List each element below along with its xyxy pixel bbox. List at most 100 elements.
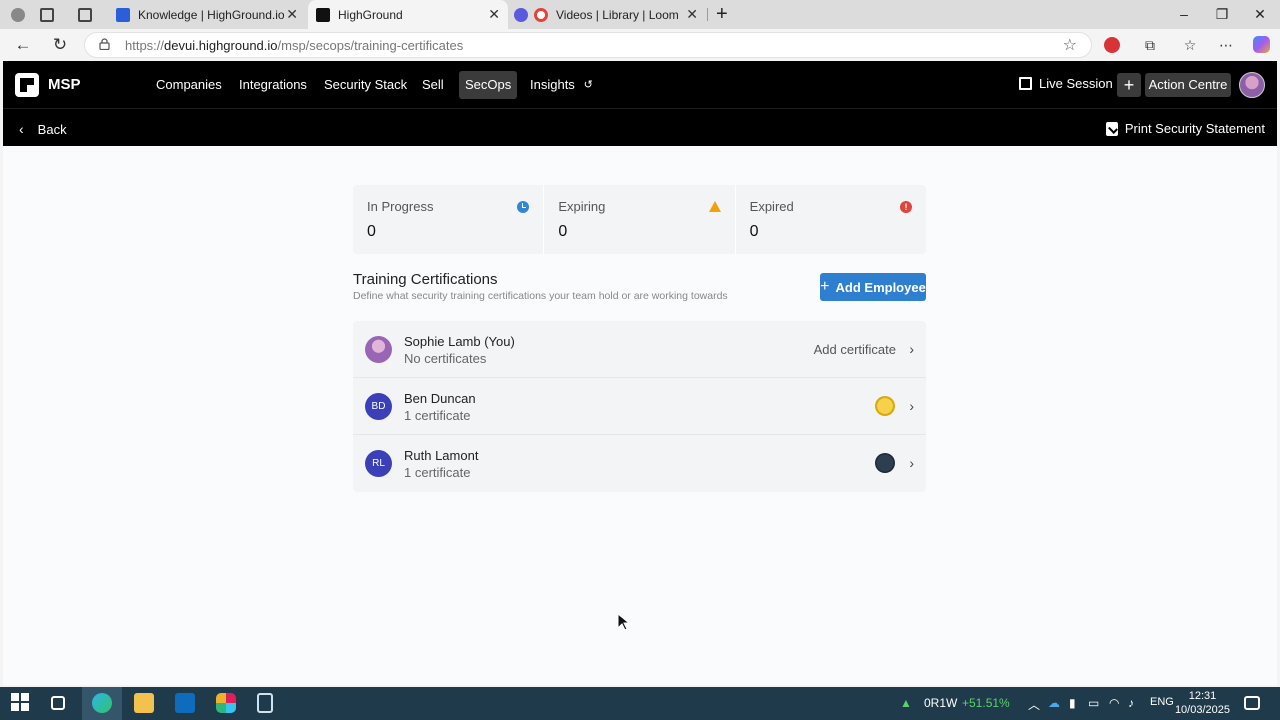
- add-employee-label: Add Employee: [835, 279, 926, 295]
- live-session-button[interactable]: Live Session: [1019, 76, 1113, 91]
- tab-separator: [707, 8, 708, 21]
- stat-label: In Progress: [367, 199, 434, 214]
- close-icon[interactable]: ✕: [286, 7, 298, 21]
- nav-insights[interactable]: Insights ↺: [524, 71, 597, 99]
- favorites-icon[interactable]: ☆: [1181, 36, 1199, 54]
- tab-title: Knowledge | HighGround.io | Inte: [138, 7, 288, 22]
- list-item[interactable]: Sophie Lamb (You) No certificates Add ce…: [353, 321, 926, 378]
- edge-taskbar-button[interactable]: [82, 687, 122, 720]
- download-icon: [1105, 121, 1118, 136]
- task-view-icon[interactable]: [51, 696, 65, 710]
- section-title: Training Certifications: [353, 271, 498, 288]
- add-employee-button[interactable]: + Add Employee: [820, 273, 926, 301]
- outlook-icon[interactable]: [175, 693, 195, 713]
- nav-companies[interactable]: Companies: [150, 71, 228, 99]
- nav-secops[interactable]: SecOps: [459, 71, 518, 99]
- app-window-icon[interactable]: [257, 693, 273, 713]
- windows-start-icon[interactable]: [11, 693, 31, 713]
- section-subtitle: Define what security training certificat…: [353, 290, 728, 302]
- print-security-statement-button[interactable]: Print Security Statement: [1105, 121, 1265, 136]
- favorite-star-icon[interactable]: ☆: [1063, 35, 1077, 55]
- sub-nav: ‹ Back Print Security Statement: [3, 108, 1277, 146]
- address-bar-row: ← ↻ https://devui.highground.io/msp/seco…: [0, 29, 1280, 61]
- microphone-icon[interactable]: ▮: [1069, 696, 1076, 710]
- warning-icon: [708, 201, 721, 212]
- clock-date: 10/03/2025: [1174, 704, 1230, 716]
- lock-icon: [99, 38, 110, 50]
- stat-value: 0: [558, 223, 568, 240]
- volume-icon[interactable]: ♪: [1128, 696, 1134, 710]
- user-avatar[interactable]: [1239, 72, 1265, 98]
- window-close-icon[interactable]: ✕: [1250, 6, 1270, 23]
- system-clock[interactable]: 12:31 10/03/2025: [1175, 689, 1230, 717]
- certificate-stats: In Progress 0 Expiring 0 Expired 0 !: [353, 185, 926, 254]
- workspaces-icon[interactable]: [40, 0, 64, 29]
- certificate-count: 1 certificate: [404, 465, 471, 480]
- extensions-puzzle-icon[interactable]: ⧉: [1141, 36, 1159, 54]
- show-hidden-icons-icon[interactable]: ︿: [1028, 696, 1040, 713]
- onedrive-icon[interactable]: ☁: [1048, 696, 1060, 710]
- certificate-count: No certificates: [404, 351, 487, 366]
- back-label: Back: [37, 121, 67, 137]
- screen-icon: [1019, 77, 1032, 90]
- language-indicator[interactable]: ENG: [1150, 696, 1174, 708]
- avatar: RL: [365, 450, 392, 477]
- tab-knowledge[interactable]: Knowledge | HighGround.io | Inte ✕: [110, 0, 306, 29]
- back-button[interactable]: ‹ Back: [19, 121, 67, 137]
- chevron-left-icon: ‹: [19, 121, 24, 137]
- tab-loom[interactable]: Videos | Library | Loom ✕: [510, 0, 706, 29]
- nav-integrations[interactable]: Integrations: [233, 71, 313, 99]
- new-tab-button[interactable]: +: [716, 0, 736, 29]
- battery-icon[interactable]: ▭: [1088, 696, 1099, 710]
- add-button[interactable]: +: [1117, 73, 1141, 97]
- file-explorer-icon[interactable]: [134, 693, 154, 713]
- tab-actions-icon[interactable]: [78, 0, 102, 29]
- list-item[interactable]: RL Ruth Lamont 1 certificate ›: [353, 435, 926, 492]
- close-icon[interactable]: ✕: [686, 7, 698, 21]
- top-nav: MSP Companies Integrations Security Stac…: [3, 61, 1277, 108]
- wifi-icon[interactable]: ◠: [1109, 696, 1119, 710]
- url-text: https://devui.highground.io/msp/secops/t…: [125, 38, 463, 53]
- stat-in-progress[interactable]: In Progress 0: [353, 185, 545, 254]
- add-certificate-link[interactable]: Add certificate: [814, 342, 896, 357]
- chevron-right-icon[interactable]: ›: [909, 398, 914, 414]
- chevron-right-icon[interactable]: ›: [909, 341, 914, 357]
- tab-highground[interactable]: HighGround ✕: [308, 0, 508, 29]
- action-centre-button[interactable]: Action Centre: [1145, 73, 1231, 97]
- notifications-icon[interactable]: [1244, 696, 1260, 710]
- error-icon: !: [899, 201, 912, 213]
- close-icon[interactable]: ✕: [488, 7, 500, 21]
- minimize-icon[interactable]: –: [1174, 6, 1194, 22]
- url-domain: devui.highground.io: [164, 38, 278, 53]
- more-menu-icon[interactable]: ⋯: [1217, 36, 1235, 54]
- stock-name[interactable]: 0R1W: [924, 696, 957, 710]
- stat-expired[interactable]: Expired 0 !: [736, 185, 926, 254]
- nav-insights-label: Insights: [530, 77, 575, 92]
- nav-security-stack[interactable]: Security Stack: [318, 71, 413, 99]
- url-path: /msp/secops/training-certificates: [277, 38, 464, 53]
- url-input[interactable]: https://devui.highground.io/msp/secops/t…: [84, 32, 1092, 58]
- stat-label: Expiring: [558, 199, 606, 214]
- recording-icon: [534, 7, 548, 22]
- stat-expiring[interactable]: Expiring 0: [544, 185, 736, 254]
- back-arrow-icon[interactable]: ←: [13, 35, 33, 55]
- slack-icon[interactable]: [216, 693, 236, 713]
- highground-logo-icon[interactable]: [15, 73, 39, 97]
- loom-extension-icon: [514, 7, 528, 22]
- extension-icon[interactable]: [1104, 37, 1120, 53]
- refresh-icon[interactable]: ↻: [50, 35, 70, 55]
- highground-kb-icon: [116, 7, 130, 22]
- stat-label: Expired: [749, 199, 794, 214]
- chevron-right-icon[interactable]: ›: [909, 455, 914, 471]
- list-item[interactable]: BD Ben Duncan 1 certificate ›: [353, 378, 926, 435]
- print-label: Print Security Statement: [1124, 121, 1265, 136]
- profile-icon[interactable]: [6, 0, 30, 29]
- certificate-badge-icon: [875, 396, 895, 416]
- maximize-icon[interactable]: ❐: [1212, 6, 1232, 23]
- stock-trend-icon: ▲: [900, 696, 912, 710]
- plus-icon: +: [820, 278, 830, 295]
- copilot-icon[interactable]: [1253, 36, 1270, 53]
- windows-taskbar: ▲ 0R1W +51.51% ︿ ☁ ▮ ▭ ◠ ♪ ENG 12:31 10/…: [0, 687, 1280, 720]
- live-session-label: Live Session: [1039, 76, 1113, 91]
- nav-sell[interactable]: Sell: [416, 71, 450, 99]
